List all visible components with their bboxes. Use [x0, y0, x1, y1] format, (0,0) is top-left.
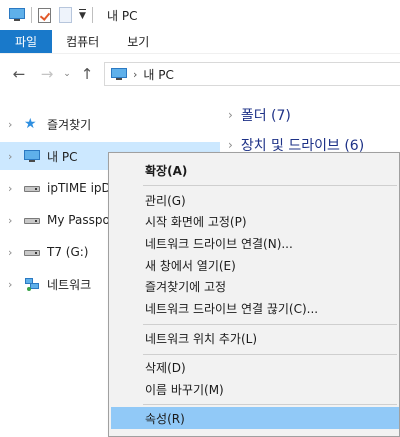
up-arrow-icon[interactable]: ↑ [76, 62, 98, 86]
menu-item-manage[interactable]: 관리(G) [111, 189, 399, 211]
breadcrumb-chevron-icon[interactable]: › [133, 68, 137, 81]
menu-item-delete[interactable]: 삭제(D) [111, 356, 399, 378]
drive-icon [24, 180, 40, 196]
window-title: 내 PC [107, 8, 138, 23]
pc-icon[interactable] [9, 8, 25, 22]
menu-item-pin-to-favorites[interactable]: 즐겨찾기에 고정 [111, 275, 399, 297]
menu-item-add-network-location[interactable]: 네트워크 위치 추가(L) [111, 327, 399, 349]
network-icon [24, 276, 40, 292]
expand-chevron-icon[interactable]: › [228, 108, 233, 122]
expand-chevron-icon[interactable]: › [228, 138, 233, 152]
expand-chevron-icon[interactable]: › [8, 246, 18, 259]
menu-item-rename[interactable]: 이름 바꾸기(M) [111, 378, 399, 400]
nav-item-label: T7 (G:) [47, 245, 89, 259]
toolbar-divider [92, 7, 93, 23]
drive-icon [24, 244, 40, 260]
recent-locations-chevron-icon[interactable]: ⌄ [60, 62, 74, 86]
title-bar: ▼ 내 PC [0, 0, 400, 30]
group-header-folders[interactable]: › 폴더 (7) [220, 102, 291, 128]
star-icon: ★ [24, 116, 37, 132]
pc-icon [111, 67, 127, 81]
menu-item-map-network-drive[interactable]: 네트워크 드라이브 연결(N)... [111, 232, 399, 254]
expand-chevron-icon[interactable]: › [8, 118, 18, 131]
breadcrumb[interactable]: 내 PC [143, 66, 173, 83]
drive-icon [24, 212, 40, 228]
properties-icon[interactable] [38, 7, 51, 23]
customize-toolbar-icon[interactable]: ▼ [79, 9, 86, 21]
pc-icon [24, 148, 40, 164]
tab-view[interactable]: 보기 [113, 30, 163, 53]
menu-item-properties[interactable]: 속성(R) [111, 407, 399, 429]
menu-item-expand[interactable]: 확장(A) [111, 159, 399, 181]
address-bar[interactable]: › 내 PC [104, 62, 400, 86]
context-menu: 확장(A) 관리(G) 시작 화면에 고정(P) 네트워크 드라이브 연결(N)… [108, 152, 400, 437]
tab-computer[interactable]: 컴퓨터 [52, 30, 113, 53]
toolbar-divider [31, 7, 32, 23]
expand-chevron-icon[interactable]: › [8, 278, 18, 291]
menu-item-open-new-window[interactable]: 새 창에서 열기(E) [111, 254, 399, 276]
quick-access-toolbar: ▼ [0, 0, 99, 30]
ribbon-tabs: 파일 컴퓨터 보기 [0, 30, 400, 54]
menu-item-disconnect-network-drive[interactable]: 네트워크 드라이브 연결 끊기(C)... [111, 297, 399, 319]
nav-item-label: 내 PC [47, 149, 78, 164]
expand-chevron-icon[interactable]: › [8, 150, 18, 163]
address-row: ← → ⌄ ↑ › 내 PC [0, 58, 400, 90]
tab-file[interactable]: 파일 [0, 30, 53, 53]
expand-chevron-icon[interactable]: › [8, 214, 18, 227]
nav-item-favorites[interactable]: › ★ 즐겨찾기 [0, 110, 220, 138]
menu-separator [143, 404, 397, 405]
group-title: 폴더 (7) [240, 108, 291, 124]
forward-arrow-icon[interactable]: → [36, 62, 58, 86]
expand-chevron-icon[interactable]: › [8, 182, 18, 195]
nav-item-label: 즐겨찾기 [47, 117, 92, 132]
menu-separator [143, 185, 397, 186]
menu-separator [143, 324, 397, 325]
nav-item-label: 네트워크 [47, 277, 92, 292]
new-folder-icon[interactable] [59, 7, 72, 23]
menu-item-pin-to-start[interactable]: 시작 화면에 고정(P) [111, 210, 399, 232]
back-arrow-icon[interactable]: ← [8, 62, 30, 86]
menu-separator [143, 354, 397, 355]
